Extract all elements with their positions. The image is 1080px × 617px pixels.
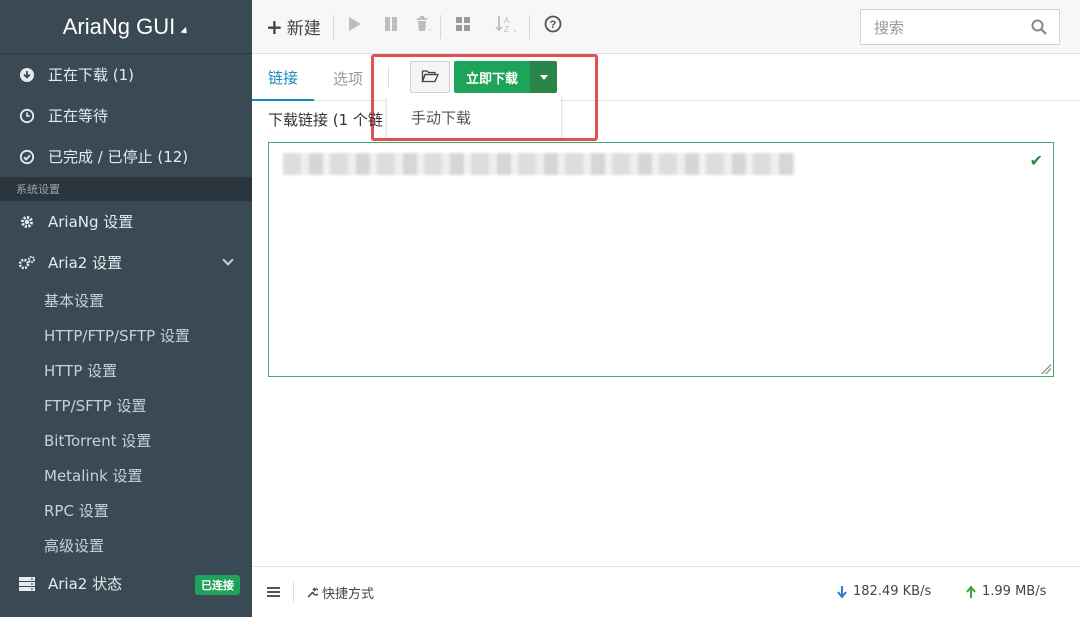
- question-circle-icon: ?: [544, 15, 562, 38]
- svg-text:A: A: [504, 16, 510, 25]
- status-badge: 已连接: [195, 575, 240, 595]
- play-icon: [348, 16, 362, 37]
- gear-icon: [18, 213, 36, 231]
- links-label: 下载链接 (1 个链: [268, 111, 383, 129]
- nav-label: 正在等待: [48, 107, 109, 125]
- links-textarea[interactable]: ✔: [268, 142, 1054, 377]
- sort-az-icon: AZ: [495, 14, 519, 39]
- brand-title: AriaNg GUI: [62, 13, 176, 39]
- svg-text:Z: Z: [504, 25, 509, 34]
- start-button[interactable]: [334, 0, 376, 54]
- server-icon: [18, 575, 36, 593]
- sub-item-rpc[interactable]: RPC 设置: [0, 493, 252, 528]
- search-input[interactable]: 搜索: [860, 9, 1060, 45]
- new-task-label: 新建: [286, 19, 321, 39]
- download-speed: 182.49 KB/s: [837, 584, 931, 599]
- plus-icon: +: [266, 14, 283, 39]
- download-now-button[interactable]: 立即下载: [454, 61, 530, 93]
- arrow-up-icon: [966, 585, 976, 598]
- pause-button[interactable]: [376, 0, 406, 54]
- arrow-down-icon: [837, 585, 847, 598]
- pause-icon: [384, 16, 398, 37]
- search-icon[interactable]: [1031, 19, 1047, 39]
- sub-item-http[interactable]: HTTP 设置: [0, 353, 252, 388]
- sidebar: AriaNg GUI 正在下载 (1) 正在等待 已完成 / 已停止 (12) …: [0, 0, 252, 617]
- sub-item-metalink[interactable]: Metalink 设置: [0, 458, 252, 493]
- wrench-icon: [306, 586, 318, 598]
- svg-text:?: ?: [549, 19, 556, 31]
- open-file-button[interactable]: [410, 61, 450, 93]
- sub-item-ftp-sftp[interactable]: FTP/SFTP 设置: [0, 388, 252, 423]
- folder-open-icon: [421, 68, 439, 87]
- section-header: 系统设置: [0, 177, 252, 201]
- manual-download-item[interactable]: 手动下载: [411, 107, 471, 128]
- nav-label: Aria2 状态: [48, 575, 123, 593]
- sub-item-bittorrent[interactable]: BitTorrent 设置: [0, 423, 252, 458]
- status-bar: 快捷方式 182.49 KB/s 1.99 MB/s: [252, 566, 1080, 617]
- help-button[interactable]: ?: [530, 0, 576, 54]
- nav-label: 已完成 / 已停止 (12): [48, 148, 189, 166]
- nav-ariang-settings[interactable]: AriaNg 设置: [0, 201, 252, 242]
- delete-button[interactable]: [406, 0, 440, 54]
- sub-item-http-ftp-sftp[interactable]: HTTP/FTP/SFTP 设置: [0, 318, 252, 353]
- tab-options[interactable]: 选项: [333, 55, 363, 101]
- caret-down-icon: [539, 74, 548, 80]
- sort-button[interactable]: AZ: [485, 0, 529, 54]
- gears-icon: [18, 254, 36, 272]
- shortcut-button[interactable]: 快捷方式: [306, 583, 374, 602]
- grid-icon: [455, 16, 471, 37]
- sub-item-basic[interactable]: 基本设置: [0, 283, 252, 318]
- app-brand[interactable]: AriaNg GUI: [0, 0, 252, 54]
- clock-icon: [18, 107, 36, 125]
- nav-downloading[interactable]: 正在下载 (1): [0, 54, 252, 95]
- new-task-button[interactable]: + 新建: [252, 0, 333, 54]
- shortcut-label: 快捷方式: [322, 586, 375, 602]
- tab-divider: [388, 67, 389, 89]
- download-dropdown-toggle[interactable]: [530, 61, 557, 93]
- sub-item-advanced[interactable]: 高级设置: [0, 528, 252, 563]
- trash-icon: [414, 15, 432, 38]
- resize-handle-icon[interactable]: [1041, 364, 1051, 374]
- footer-divider: [293, 582, 294, 602]
- nav-label: 正在下载 (1): [48, 66, 135, 84]
- brand-caret-icon: [180, 26, 190, 37]
- tab-bar: 链接 选项: [252, 55, 1080, 101]
- upload-speed: 1.99 MB/s: [966, 584, 1046, 599]
- check-circle-icon: [18, 148, 36, 166]
- tab-links[interactable]: 链接: [252, 55, 315, 101]
- nav-waiting[interactable]: 正在等待: [0, 95, 252, 136]
- nav-label: Aria2 设置: [48, 254, 123, 272]
- download-circle-icon: [18, 66, 36, 84]
- nav-aria2-settings[interactable]: Aria2 设置: [0, 242, 252, 283]
- blurred-link-text: [283, 153, 795, 175]
- menu-icon[interactable]: [267, 586, 281, 598]
- download-speed-value: 182.49 KB/s: [853, 584, 932, 599]
- nav-aria2-status[interactable]: Aria2 状态 已连接: [0, 563, 252, 604]
- select-all-button[interactable]: [441, 0, 485, 54]
- nav-completed[interactable]: 已完成 / 已停止 (12): [0, 136, 252, 177]
- search-placeholder: 搜索: [874, 18, 905, 37]
- nav-label: AriaNg 设置: [48, 213, 134, 231]
- upload-speed-value: 1.99 MB/s: [982, 584, 1047, 599]
- chevron-down-icon[interactable]: [222, 254, 234, 266]
- toolbar: + 新建 AZ ? 搜索: [252, 0, 1080, 54]
- checkmark-icon: ✔: [1029, 151, 1043, 170]
- dropdown-menu: 手动下载: [386, 97, 562, 139]
